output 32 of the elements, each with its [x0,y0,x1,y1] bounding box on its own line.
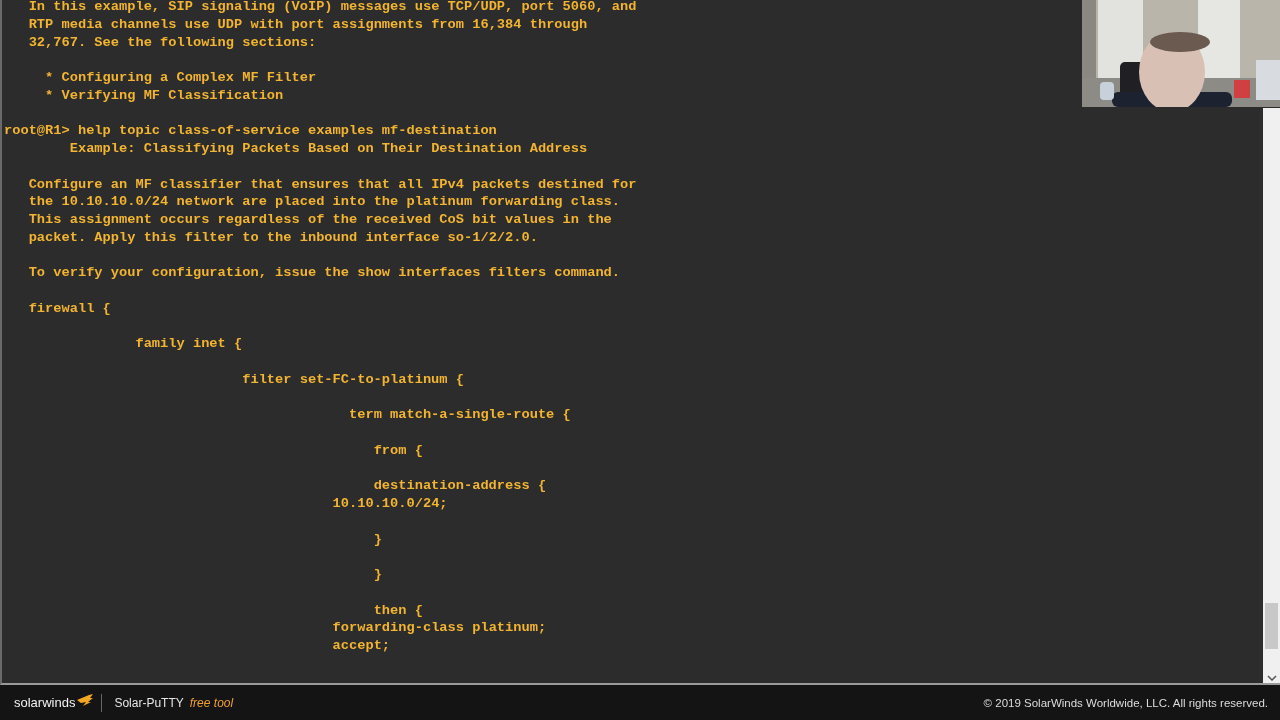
terminal-line: then { [373,602,423,618]
terminal-line: * Configuring a Complex MF Filter [45,70,317,85]
scroll-thumb[interactable] [1265,603,1278,649]
terminal-line: In this example, SIP signaling (VoIP) messages use TCP/UDP, port 5060, and [28,0,637,14]
terminal-line: 32,767. See the following sections: [28,34,317,50]
brand-logo: solarwinds [14,695,76,710]
terminal-line: from { [373,442,423,458]
terminal-line: Example: Classifying Packets Based on Their Destination Address [69,141,588,156]
terminal-line: RTP media channels use UDP with port assignments from 16,384 through [28,16,588,32]
terminal-line: forwarding-class platinum; [332,620,547,636]
terminal-line: To verify your configuration, issue the show interfaces filters command. [28,265,621,281]
terminal-line: term match-a-single-route { [349,407,571,423]
app-name: Solar-PuTTY [114,695,184,710]
terminal-line: destination-address { [373,478,547,494]
terminal-line: packet. Apply this filter to the inbound interface so-1/2/2.0. [28,229,538,245]
terminal-line: filter set-FC-to-platinum { [242,371,464,387]
terminal-line: family inet { [135,336,243,352]
terminal-line: accept; [332,638,391,653]
terminal-line: the 10.10.10.0/24 network are placed into the platinum forwarding class. [28,194,621,210]
copyright-text: © 2019 SolarWinds Worldwide, LLC. All rights reserved. [983,696,1268,709]
terminal-line: firewall { [28,300,111,316]
scroll-down-icon[interactable] [1266,675,1277,681]
terminal-line: root@R1> help topic class-of-service examples mf-destination [4,123,497,139]
terminal-line: } [373,567,382,582]
flame-icon [77,693,94,706]
terminal-line: This assignment occurs regardless of the received CoS bit values in the [28,212,612,227]
terminal-line: Configure an MF classifier that ensures that all IPv4 packets destined for [28,176,637,192]
scrollbar[interactable] [1263,108,1280,683]
terminal-line: 10.10.10.0/24; [332,496,448,511]
terminal-line: } [373,531,382,547]
app-tag: free tool [189,695,234,710]
terminal-line: * Verifying MF Classification [45,87,284,103]
